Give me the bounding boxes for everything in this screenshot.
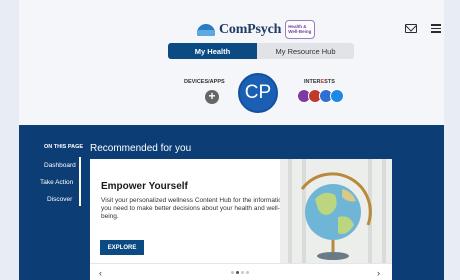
sidebar-item-discover[interactable]: Discover [47, 196, 72, 203]
hub-tabs: My Health My Resource Hub [168, 43, 354, 59]
devices-apps-label: DEVICES/APPS [184, 79, 225, 85]
logo-wave-icon [197, 23, 215, 36]
page-margin-left [0, 0, 19, 280]
carousel-dot[interactable] [241, 271, 244, 274]
interest-icon-4[interactable] [330, 89, 344, 103]
avatar[interactable]: CP [238, 73, 278, 113]
carousel-next-icon[interactable]: › [377, 268, 380, 278]
carousel-dot[interactable] [231, 271, 234, 274]
explore-button[interactable]: EXPLORE [100, 240, 144, 255]
tab-my-health[interactable]: My Health [168, 43, 257, 59]
logo-text: ComPsych [219, 21, 282, 37]
add-device-button[interactable]: + [205, 90, 219, 104]
carousel-dot-active[interactable] [236, 271, 239, 274]
on-this-page-heading: ON THIS PAGE [44, 144, 84, 150]
profile-header: ComPsych Health & Well-Being My Health M… [19, 0, 444, 125]
sidebar-item-dashboard[interactable]: Dashboard [44, 162, 76, 169]
mail-icon[interactable] [405, 24, 417, 33]
health-wellbeing-badge: Health & Well-Being [285, 20, 316, 39]
sidebar-item-take-action[interactable]: Take Action [40, 179, 73, 186]
carousel-prev-icon[interactable]: ‹ [99, 268, 102, 278]
carousel-dots [231, 271, 249, 274]
globe-icon [288, 159, 386, 263]
hamburger-menu-icon[interactable] [431, 24, 441, 33]
card-description: Visit your personalized wellness Content… [101, 197, 286, 220]
recommended-heading: Recommended for you [90, 143, 192, 154]
globe-image [280, 159, 392, 263]
carousel-dot[interactable] [246, 271, 249, 274]
tab-my-resource-hub[interactable]: My Resource Hub [257, 43, 354, 59]
carousel-controls: ‹ › [90, 263, 392, 280]
sidebar-active-indicator [79, 157, 81, 206]
card-title: Empower Yourself [101, 181, 188, 192]
interests-label: INTERESTS [304, 79, 335, 85]
page-margin-right [444, 0, 460, 280]
recommendation-card: Empower Yourself Visit your personalized… [90, 159, 392, 263]
compsych-logo[interactable]: ComPsych Health & Well-Being [197, 20, 316, 39]
